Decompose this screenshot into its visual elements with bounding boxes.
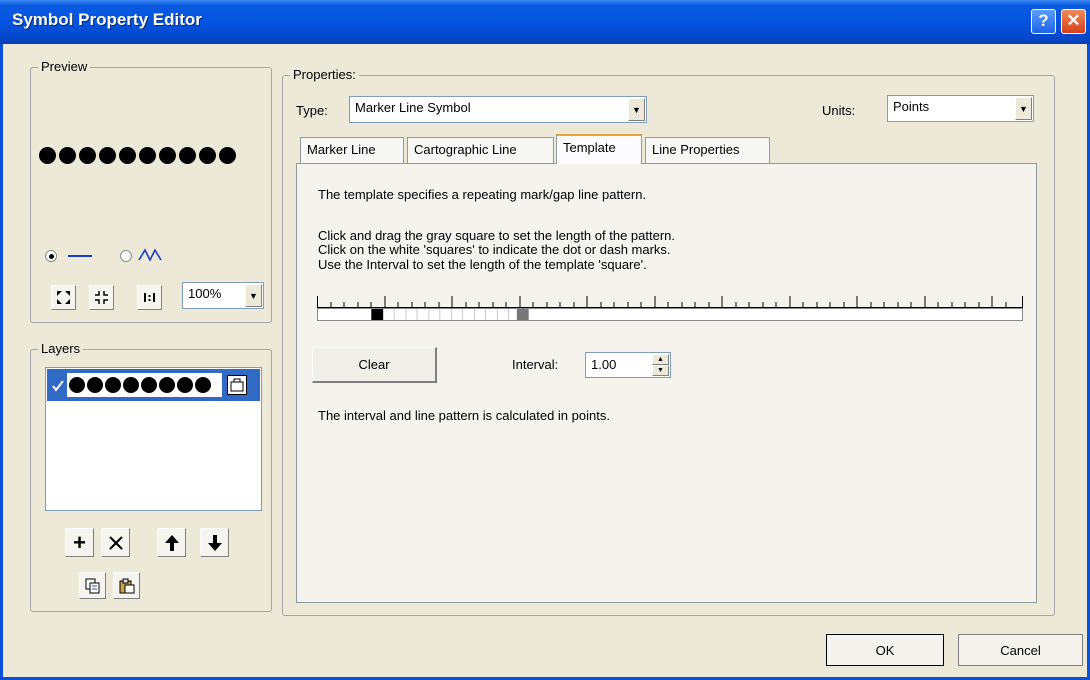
zigzag-line-radio[interactable] bbox=[120, 250, 132, 262]
actual-size-icon bbox=[144, 293, 155, 302]
template-instruction-2: Click on the white 'squares' to indicate… bbox=[318, 242, 671, 257]
pattern-mark-cell bbox=[371, 309, 384, 320]
type-value: Marker Line Symbol bbox=[355, 100, 471, 115]
template-instruction-3: Use the Interval to set the length of th… bbox=[318, 257, 647, 272]
add-layer-button[interactable]: + bbox=[65, 528, 94, 557]
remove-icon bbox=[108, 535, 123, 550]
arrow-up-icon bbox=[164, 534, 179, 551]
zoom-in-button[interactable] bbox=[51, 285, 76, 310]
close-button[interactable]: ✕ bbox=[1061, 9, 1086, 34]
tab-template[interactable]: Template bbox=[556, 134, 642, 164]
chevron-down-icon[interactable]: ▼ bbox=[1015, 97, 1032, 120]
straight-line-radio[interactable] bbox=[45, 250, 57, 262]
interval-value: 1.00 bbox=[591, 357, 617, 372]
plus-icon: + bbox=[73, 529, 86, 555]
preview-symbol-line bbox=[39, 147, 239, 167]
chevron-down-icon[interactable]: ▼ bbox=[628, 98, 645, 121]
ok-button[interactable]: OK bbox=[826, 634, 944, 666]
list-item[interactable] bbox=[47, 369, 260, 401]
straight-line-icon bbox=[68, 255, 92, 257]
lock-icon[interactable] bbox=[227, 375, 247, 395]
preview-legend: Preview bbox=[38, 59, 91, 74]
title-bar[interactable]: Symbol Property Editor ? ✕ bbox=[0, 0, 1090, 44]
units-select[interactable]: Points ▼ bbox=[887, 95, 1034, 122]
tab-line-properties[interactable]: Line Properties bbox=[645, 137, 770, 163]
move-up-button[interactable] bbox=[157, 528, 186, 557]
layers-legend: Layers bbox=[38, 341, 84, 356]
properties-legend: Properties: bbox=[290, 67, 359, 82]
move-down-button[interactable] bbox=[200, 528, 229, 557]
spin-up-icon[interactable]: ▲ bbox=[652, 354, 669, 365]
zoom-select[interactable]: 100% ▼ bbox=[182, 282, 264, 309]
zigzag-line-icon bbox=[138, 248, 162, 262]
interval-label: Interval: bbox=[512, 357, 559, 372]
copy-icon bbox=[85, 578, 99, 593]
spin-down-icon[interactable]: ▼ bbox=[652, 365, 669, 376]
zoom-out-button[interactable] bbox=[89, 285, 114, 310]
tab-cartographic-line[interactable]: Cartographic Line bbox=[407, 137, 554, 163]
pattern-length-handle bbox=[516, 309, 529, 320]
tab-marker-line[interactable]: Marker Line bbox=[300, 137, 404, 163]
zoom-value: 100% bbox=[188, 286, 222, 301]
checkmark-icon[interactable] bbox=[52, 380, 64, 392]
template-instruction-1: Click and drag the gray square to set th… bbox=[318, 228, 675, 243]
actual-size-button[interactable] bbox=[137, 285, 162, 310]
type-label: Type: bbox=[296, 103, 328, 118]
window-title: Symbol Property Editor bbox=[12, 10, 202, 29]
units-label: Units: bbox=[822, 103, 856, 118]
help-button[interactable]: ? bbox=[1031, 9, 1056, 34]
type-select[interactable]: Marker Line Symbol ▼ bbox=[349, 96, 647, 123]
template-pattern-strip[interactable] bbox=[317, 308, 1023, 321]
clear-button[interactable]: Clear bbox=[312, 347, 437, 383]
symbol-property-editor-window: Symbol Property Editor ? ✕ Preview 100% … bbox=[0, 0, 1090, 680]
layer-symbol-preview bbox=[67, 373, 222, 397]
template-footer-text: The interval and line pattern is calcula… bbox=[318, 408, 610, 423]
paste-icon bbox=[119, 578, 134, 593]
template-ruler bbox=[317, 296, 1023, 308]
interval-stepper[interactable]: 1.00 ▲ ▼ bbox=[585, 352, 671, 378]
layers-list[interactable] bbox=[45, 367, 262, 511]
zoom-in-icon bbox=[57, 291, 70, 304]
units-value: Points bbox=[893, 99, 930, 114]
chevron-down-icon[interactable]: ▼ bbox=[245, 284, 262, 307]
template-intro-text: The template specifies a repeating mark/… bbox=[318, 187, 647, 202]
paste-layer-button[interactable] bbox=[113, 572, 140, 599]
copy-layer-button[interactable] bbox=[79, 572, 106, 599]
remove-layer-button[interactable] bbox=[101, 528, 130, 557]
zoom-out-icon bbox=[95, 291, 108, 304]
cancel-button[interactable]: Cancel bbox=[958, 634, 1083, 666]
arrow-down-icon bbox=[207, 534, 222, 551]
